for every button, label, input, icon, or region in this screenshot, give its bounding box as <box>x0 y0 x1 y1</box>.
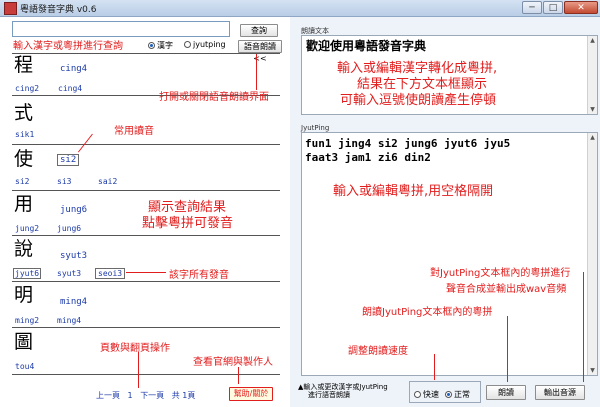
reading-jyutping[interactable]: cing4 <box>58 84 82 93</box>
row-divider <box>12 327 280 328</box>
annotation-line <box>434 354 435 380</box>
input-hint: ▲輸入或更改漢字或JyutPing 進行語音朗讀 <box>298 383 388 399</box>
reading-text: 歡迎使用粵語發音字典 <box>306 39 427 53</box>
annotation-line <box>238 367 239 384</box>
scroll-up-icon[interactable]: ▲ <box>588 36 597 45</box>
common-reading-annotation: 常用讀音 <box>114 126 154 137</box>
scrollbar[interactable]: ▲ ▼ <box>587 36 597 114</box>
main-jyutping[interactable]: jung6 <box>60 205 87 215</box>
help-about-button[interactable]: 幫助/關於 <box>229 387 273 401</box>
maximize-button[interactable]: □ <box>543 1 563 14</box>
speed-annotation: 調整朗讀速度 <box>348 346 408 357</box>
jyutping-box-annotation: 輸入或編輯粵拼,用空格隔開 <box>333 184 494 199</box>
radio-selected-icon <box>148 42 155 49</box>
reading-jyutping[interactable]: seoi3 <box>95 268 126 279</box>
annotation-line <box>507 316 508 382</box>
paging-annotation: 頁數與翻頁操作 <box>100 343 170 354</box>
annotation-line <box>583 272 584 382</box>
reading-box-annotation-3: 可輸入逗號使朗讀產生停頓 <box>340 93 497 108</box>
minimize-button[interactable]: ─ <box>522 1 542 14</box>
results-annotation-2: 點擊粵拼可發音 <box>142 216 234 231</box>
jyutping-line: faat3 jam1 zi6 din2 <box>305 151 431 164</box>
toggle-panel-annotation: 打開或關閉語音朗讀界面 <box>159 92 269 103</box>
main-jyutping[interactable]: ming4 <box>60 297 87 307</box>
input-hint-line: ▲輸入或更改漢字或JyutPing <box>298 383 388 391</box>
pager: 上一頁 1 下一頁 共 1頁 <box>96 390 195 401</box>
mode-hanzi-radio[interactable]: 漢字 <box>148 40 173 51</box>
total-pages: 共 1頁 <box>171 391 196 400</box>
read-button[interactable]: 朗讀 <box>486 385 526 400</box>
reading-jyutping[interactable]: tou4 <box>15 362 34 371</box>
speed-normal-radio[interactable]: 正常 <box>445 389 470 400</box>
result-char: 程 <box>14 54 34 76</box>
search-input[interactable] <box>12 21 230 37</box>
jyutping-label: JyutPing <box>301 124 330 132</box>
close-button[interactable]: ✕ <box>564 1 598 14</box>
mode-jyutping-label: jyutping <box>193 40 226 49</box>
jyutping-text-box[interactable]: ▲ ▼ <box>301 132 598 376</box>
all-readings-annotation: 該字所有發音 <box>169 270 229 281</box>
search-annotation: 輸入漢字或粵拼進行查詢 <box>13 41 123 52</box>
result-char: 明 <box>14 284 34 306</box>
scroll-up-icon[interactable]: ▲ <box>588 133 597 142</box>
reading-jyutping[interactable]: jung2 <box>15 224 39 233</box>
next-page-link[interactable]: 下一頁 <box>140 391 164 400</box>
scroll-down-icon[interactable]: ▼ <box>588 366 597 375</box>
mode-hanzi-label: 漢字 <box>157 41 173 50</box>
speed-normal-label: 正常 <box>454 390 470 399</box>
radio-selected-icon <box>445 391 452 398</box>
query-button[interactable]: 查詢 <box>240 24 278 37</box>
export-audio-button[interactable]: 輸出音源 <box>535 385 585 400</box>
main-jyutping[interactable]: syut3 <box>60 251 87 261</box>
scrollbar[interactable]: ▲ ▼ <box>587 133 597 375</box>
jyutping-line: fun1 jing4 si2 jung6 jyut6 jyu5 <box>305 137 511 150</box>
reading-jyutping[interactable]: jung6 <box>57 224 81 233</box>
result-char: 圖 <box>14 331 34 353</box>
radio-icon <box>184 41 191 48</box>
speed-fast-radio[interactable]: 快速 <box>414 389 439 400</box>
reading-jyutping[interactable]: ming2 <box>15 316 39 325</box>
mode-jyutping-radio[interactable]: jyutping <box>184 40 226 49</box>
row-divider <box>12 281 280 282</box>
reading-jyutping[interactable]: sai2 <box>98 177 117 186</box>
reading-jyutping[interactable]: si3 <box>57 177 71 186</box>
reading-jyutping[interactable]: sik1 <box>15 130 34 139</box>
window-title: 粵語發音字典 v0.6 <box>20 5 97 15</box>
reading-jyutping[interactable]: ming4 <box>57 316 81 325</box>
annotation-line <box>126 272 166 273</box>
website-annotation: 查看官網與製作人 <box>193 357 273 368</box>
voice-panel-toggle-button[interactable]: 語音朗讀<< <box>238 40 282 63</box>
read-annotation: 朗讀JyutPing文本框內的粵拼 <box>362 307 493 318</box>
app-icon <box>4 2 17 15</box>
reading-jyutping[interactable]: jyut6 <box>13 268 42 279</box>
reading-jyutping[interactable]: si2 <box>15 177 29 186</box>
radio-icon <box>414 391 421 398</box>
row-divider <box>12 235 280 236</box>
scroll-down-icon[interactable]: ▼ <box>588 105 597 114</box>
row-divider <box>12 53 280 54</box>
export-annotation-1: 對JyutPing文本框內的粵拼進行 <box>430 268 571 279</box>
input-hint-line: 進行語音朗讀 <box>308 391 350 399</box>
annotation-line <box>256 54 257 90</box>
result-char: 使 <box>14 148 34 170</box>
title-bar: 粵語發音字典 v0.6 ─ □ ✕ <box>0 0 600 17</box>
reading-jyutping[interactable]: syut3 <box>57 269 81 278</box>
annotation-line <box>138 352 139 388</box>
row-divider <box>12 374 280 375</box>
row-divider <box>12 144 280 145</box>
prev-page-link[interactable]: 上一頁 <box>96 391 120 400</box>
result-char: 說 <box>14 238 34 260</box>
reading-jyutping[interactable]: cing2 <box>15 84 39 93</box>
current-page: 1 <box>127 391 133 400</box>
main-jyutping[interactable]: si2 <box>57 154 80 166</box>
speed-fast-label: 快速 <box>423 390 439 399</box>
result-char: 用 <box>14 193 34 215</box>
export-annotation-2: 聲音合成並輸出成wav音頻 <box>446 284 567 295</box>
result-char: 式 <box>14 102 34 124</box>
main-jyutping[interactable]: cing4 <box>60 64 87 74</box>
row-divider <box>12 190 280 191</box>
